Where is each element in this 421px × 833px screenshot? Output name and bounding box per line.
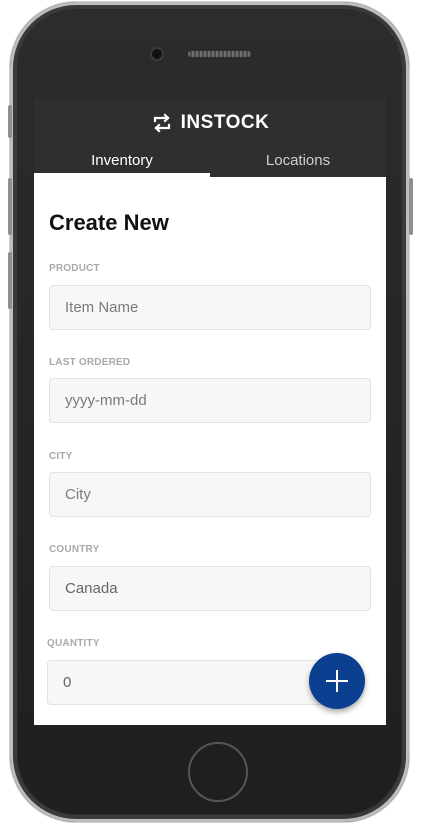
home-button[interactable] [188,742,248,802]
quantity-input[interactable] [47,660,351,705]
city-input[interactable] [49,472,371,517]
volume-up-button [8,178,12,235]
last-ordered-label: LAST ORDERED [49,357,131,368]
tab-locations[interactable]: Locations [210,143,386,177]
brand-name: INSTOCK [180,112,270,133]
last-ordered-input[interactable] [49,378,371,423]
create-form: Create New PRODUCT LAST ORDERED CITY COU… [47,177,371,725]
country-input[interactable] [49,566,371,611]
app-header: INSTOCK Inventory Locations [34,99,386,177]
quantity-label: QUANTITY [47,638,100,649]
product-input[interactable] [49,285,371,330]
product-label: PRODUCT [49,263,100,274]
brand: INSTOCK [34,110,386,136]
page-title: Create New [49,210,169,235]
country-label: COUNTRY [49,544,100,555]
tab-bar: Inventory Locations [34,143,386,177]
earpiece-speaker [188,51,251,57]
mute-switch [8,105,12,138]
add-button[interactable] [309,653,365,709]
volume-down-button [8,252,12,309]
tab-inventory[interactable]: Inventory [34,143,210,177]
app-screen: INSTOCK Inventory Locations Create New P… [34,99,386,725]
plus-icon [326,670,348,692]
sync-icon [151,112,173,134]
city-label: CITY [49,451,73,462]
front-camera [152,49,162,59]
power-button [409,178,413,235]
